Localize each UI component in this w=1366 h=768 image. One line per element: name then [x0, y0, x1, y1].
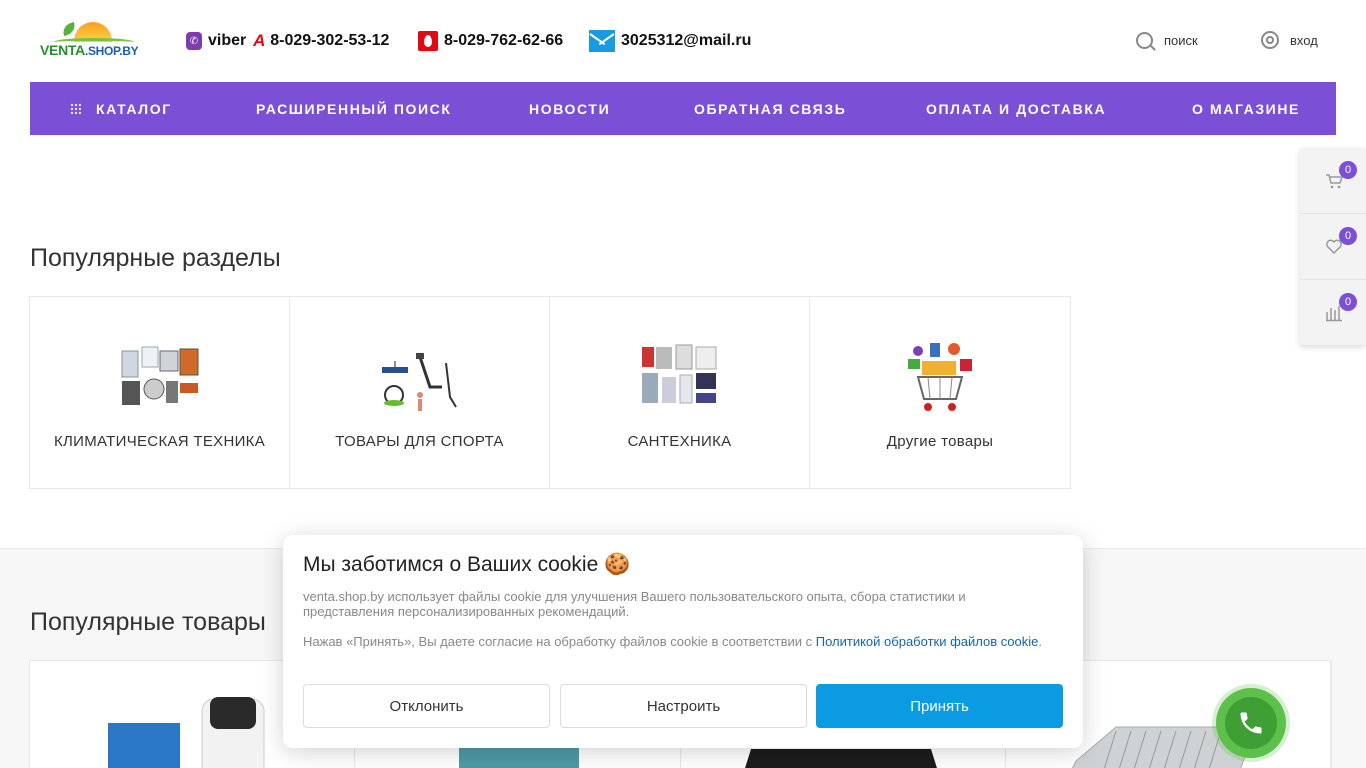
favorites-count-badge: 0 — [1339, 227, 1357, 245]
login-label: вход — [1290, 32, 1318, 48]
cookie-policy-link[interactable]: Политикой обработки файлов cookie — [816, 634, 1039, 649]
side-compare[interactable]: 0 — [1300, 280, 1366, 346]
cookie-accept-button[interactable]: Принять — [816, 684, 1063, 728]
sport-goods-image — [382, 353, 457, 411]
side-panel: 0 0 0 — [1300, 148, 1366, 345]
email-contact[interactable]: 3025312@mail.ru — [589, 30, 751, 52]
nav-about-label: О магазине — [1192, 100, 1300, 117]
nav-news[interactable]: Новости — [529, 82, 610, 135]
nav-payment-delivery-label: Оплата и доставка — [926, 100, 1107, 117]
nav-advanced-search-label: Расширенный поиск — [256, 100, 452, 117]
side-favorites[interactable]: 0 — [1300, 214, 1366, 280]
nav-payment-delivery[interactable]: Оплата и доставка — [926, 82, 1106, 135]
phone-a1[interactable]: 8-029-302-53-12 — [270, 32, 389, 50]
cookie-consent-prefix: Нажав «Принять», Вы даете согласие на об… — [303, 634, 816, 649]
site-header: VENTA.SHOP.BY ✆ viber A 8-029-302-53-12 … — [0, 0, 1366, 82]
phone-icon — [1225, 697, 1277, 749]
popular-sections-title: Популярные разделы — [30, 244, 281, 272]
user-icon — [1261, 31, 1279, 49]
nav-news-label: Новости — [529, 100, 611, 117]
viber-icon: ✆ — [186, 32, 202, 50]
nav-feedback[interactable]: Обратная связь — [694, 82, 846, 135]
cookie-title: Мы заботимся о Ваших cookie 🍪 — [303, 553, 631, 576]
cookie-consent-dialog: Мы заботимся о Ваших cookie 🍪 venta.shop… — [283, 535, 1083, 748]
category-card-plumbing[interactable]: САНТЕХНИКА — [550, 297, 810, 488]
popular-sections-grid: КЛИМАТИЧЕСКАЯ ТЕХНИКА ТОВАРЫ ДЛЯ СПОРТА — [29, 296, 1071, 489]
nav-advanced-search[interactable]: Расширенный поиск — [256, 82, 452, 135]
other-goods-image — [908, 343, 972, 411]
mts-contact[interactable]: 8-029-762-62-66 — [418, 30, 563, 52]
category-card-climate[interactable]: КЛИМАТИЧЕСКАЯ ТЕХНИКА — [30, 297, 290, 488]
login-link[interactable]: вход — [1261, 30, 1318, 50]
site-logo[interactable]: VENTA.SHOP.BY — [40, 20, 140, 62]
cookie-consent-text: Нажав «Принять», Вы даете согласие на об… — [303, 634, 1053, 649]
search-icon — [1136, 31, 1153, 49]
phone-mts[interactable]: 8-029-762-62-66 — [444, 32, 563, 50]
search-link[interactable]: поиск — [1136, 30, 1198, 50]
a1-operator-icon: A — [253, 31, 266, 50]
category-label: Другие товары — [886, 433, 994, 450]
mail-icon — [589, 30, 615, 52]
category-label: САНТЕХНИКА — [627, 433, 732, 450]
popular-products-title: Популярные товары — [30, 608, 266, 636]
category-card-other[interactable]: Другие товары — [810, 297, 1070, 488]
plumbing-image — [642, 344, 717, 404]
cookie-customize-button[interactable]: Настроить — [560, 684, 807, 728]
email-link[interactable]: 3025312@mail.ru — [621, 32, 751, 50]
nav-catalog[interactable]: Каталог — [70, 82, 172, 135]
cookie-decline-button[interactable]: Отклонить — [303, 684, 550, 728]
viber-label: viber — [208, 32, 247, 49]
compare-count-badge: 0 — [1339, 293, 1357, 311]
main-nav: Каталог Расширенный поиск Новости Обратн… — [30, 82, 1336, 135]
mts-operator-icon — [418, 31, 438, 51]
category-label: ТОВАРЫ ДЛЯ СПОРТА — [335, 433, 504, 450]
search-label: поиск — [1164, 32, 1198, 48]
category-label: КЛИМАТИЧЕСКАЯ ТЕХНИКА — [53, 433, 266, 450]
category-card-sport[interactable]: ТОВАРЫ ДЛЯ СПОРТА — [290, 297, 550, 488]
nav-catalog-label: Каталог — [96, 100, 172, 117]
logo-text: VENTA.SHOP.BY — [40, 42, 139, 58]
cookie-consent-suffix: . — [1038, 634, 1042, 649]
cookie-description: venta.shop.by использует файлы cookie дл… — [303, 589, 966, 619]
cart-count-badge: 0 — [1339, 161, 1357, 179]
call-back-button[interactable] — [1216, 688, 1286, 758]
climate-equipment-image — [121, 346, 199, 405]
viber-a1-contact[interactable]: ✆ viber A 8-029-302-53-12 — [186, 30, 389, 52]
side-cart[interactable]: 0 — [1300, 148, 1366, 214]
nav-about[interactable]: О магазине — [1192, 82, 1300, 135]
nav-feedback-label: Обратная связь — [694, 100, 847, 117]
grid-icon — [70, 103, 81, 114]
